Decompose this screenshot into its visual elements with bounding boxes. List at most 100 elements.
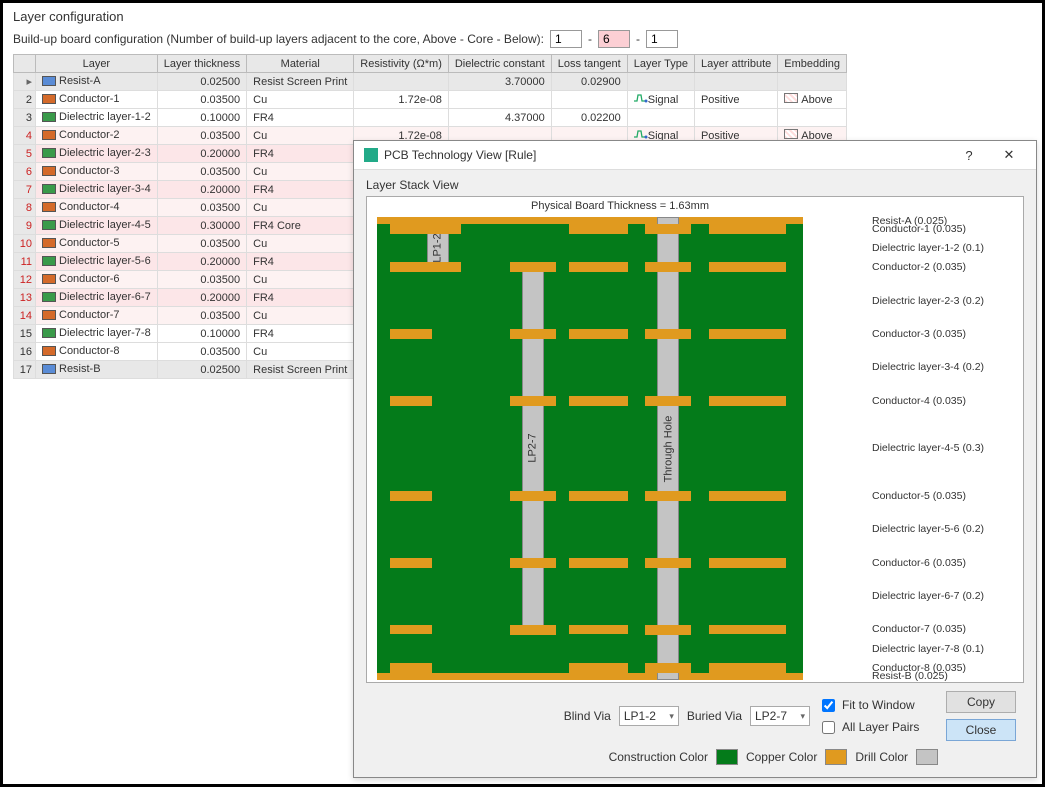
layer-name: Conductor-5	[59, 237, 120, 249]
conductor-layer-icon	[42, 310, 56, 320]
layer-material: FR4 Core	[247, 217, 354, 235]
conductor-layer-icon	[42, 238, 56, 248]
layer-name: Dielectric layer-2-3	[59, 147, 151, 159]
row-index: 15	[14, 325, 36, 343]
construction-color-label: Construction Color	[609, 750, 708, 764]
buried-via-select[interactable]: LP2-7▾	[750, 706, 810, 726]
embed-icon	[784, 129, 798, 139]
loss-tangent: 0.02900	[551, 73, 627, 91]
dielectric-layer-icon	[42, 184, 56, 194]
stack-layer-label: Conductor-3 (0.035)	[872, 329, 1017, 339]
loss-tangent: 0.02200	[551, 109, 627, 127]
dielectric-layer-icon	[42, 328, 56, 338]
resist-layer-icon	[42, 76, 56, 86]
layer-attr	[694, 109, 777, 127]
close-icon[interactable]: ✕	[992, 145, 1026, 165]
embedding: Above	[778, 91, 847, 109]
conductor-layer-icon	[42, 346, 56, 356]
dielectric-layer-icon	[42, 112, 56, 122]
resist-layer-icon	[42, 364, 56, 374]
drill-color-swatch[interactable]	[916, 749, 938, 765]
layer-thickness: 0.03500	[157, 127, 246, 145]
all-layer-pairs-check[interactable]: All Layer Pairs	[818, 718, 919, 737]
layer-material: Cu	[247, 91, 354, 109]
col-header[interactable]: Layer	[36, 55, 158, 73]
construction-color-swatch[interactable]	[716, 749, 738, 765]
col-header[interactable]: Layer thickness	[157, 55, 246, 73]
blind-via-select[interactable]: LP1-2▾	[619, 706, 679, 726]
row-index: 4	[14, 127, 36, 145]
layer-name: Dielectric layer-5-6	[59, 255, 151, 267]
row-index: 5	[14, 145, 36, 163]
close-button[interactable]: Close	[946, 719, 1016, 741]
row-index: 3	[14, 109, 36, 127]
dielectric-const: 3.70000	[448, 73, 551, 91]
layer-material: Resist Screen Print	[247, 361, 354, 379]
copper-color-label: Copper Color	[746, 750, 817, 764]
layer-name: Resist-B	[59, 363, 101, 375]
layer-material: FR4	[247, 253, 354, 271]
embed-icon	[784, 93, 798, 103]
col-header[interactable]: Embedding	[778, 55, 847, 73]
table-row[interactable]: 2Conductor-10.03500Cu1.72e-08SignalPosit…	[14, 91, 847, 109]
col-header[interactable]: Dielectric constant	[448, 55, 551, 73]
layer-name: Dielectric layer-6-7	[59, 291, 151, 303]
below-input[interactable]	[646, 30, 678, 48]
stack-layer-label: Conductor-4 (0.035)	[872, 396, 1017, 406]
copper-color-swatch[interactable]	[825, 749, 847, 765]
conductor-layer-icon	[42, 202, 56, 212]
resistivity	[354, 109, 449, 127]
layer-thickness: 0.20000	[157, 145, 246, 163]
layer-material: Resist Screen Print	[247, 73, 354, 91]
dialog-title: PCB Technology View [Rule]	[384, 148, 536, 162]
help-button[interactable]: ?	[952, 145, 986, 165]
table-row[interactable]: 3Dielectric layer-1-20.10000FR44.370000.…	[14, 109, 847, 127]
via-through: Through Hole	[657, 217, 679, 680]
layer-name: Conductor-7	[59, 309, 120, 321]
layer-material: FR4	[247, 145, 354, 163]
stack-layer-label: Conductor-6 (0.035)	[872, 558, 1017, 568]
layer-material: Cu	[247, 343, 354, 361]
above-input[interactable]	[550, 30, 582, 48]
stack-layer-label: Dielectric layer-7-8 (0.1)	[872, 634, 1017, 662]
conductor-layer-icon	[42, 166, 56, 176]
layer-type: Signal	[627, 91, 694, 109]
buildup-config-row: Build-up board configuration (Number of …	[13, 30, 1032, 48]
core-input[interactable]	[598, 30, 630, 48]
row-index: 17	[14, 361, 36, 379]
row-index: 13	[14, 289, 36, 307]
layer-name: Dielectric layer-1-2	[59, 111, 151, 123]
col-header[interactable]: Layer attribute	[694, 55, 777, 73]
layer-thickness: 0.20000	[157, 181, 246, 199]
layer-name: Resist-A	[59, 75, 101, 87]
stack-layer-label: Dielectric layer-5-6 (0.2)	[872, 501, 1017, 558]
layer-material: FR4	[247, 109, 354, 127]
col-header[interactable]: Layer Type	[627, 55, 694, 73]
layer-thickness: 0.20000	[157, 289, 246, 307]
dialog-app-icon	[364, 148, 378, 162]
col-header[interactable]: Loss tangent	[551, 55, 627, 73]
copy-button[interactable]: Copy	[946, 691, 1016, 713]
col-header[interactable]: Material	[247, 55, 354, 73]
layer-type	[627, 73, 694, 91]
layer-thickness: 0.10000	[157, 325, 246, 343]
layer-name: Conductor-1	[59, 93, 120, 105]
dielectric-layer-icon	[42, 292, 56, 302]
col-header[interactable]: Resistivity (Ω*m)	[354, 55, 449, 73]
layer-thickness: 0.03500	[157, 307, 246, 325]
layer-thickness: 0.10000	[157, 109, 246, 127]
buried-via-label: Buried Via	[687, 709, 742, 723]
stack-layer-label: Conductor-2 (0.035)	[872, 262, 1017, 272]
stack-layer-label: Dielectric layer-6-7 (0.2)	[872, 568, 1017, 625]
row-index: 9	[14, 217, 36, 235]
via-lp27: LP2-7	[522, 262, 544, 634]
drill-color-label: Drill Color	[855, 750, 908, 764]
config-label: Build-up board configuration (Number of …	[13, 32, 544, 46]
table-row[interactable]: ▸Resist-A0.02500Resist Screen Print3.700…	[14, 73, 847, 91]
layer-thickness: 0.30000	[157, 217, 246, 235]
stack-layer-label: Dielectric layer-4-5 (0.3)	[872, 406, 1017, 491]
fit-to-window-check[interactable]: Fit to Window	[818, 696, 915, 715]
signal-icon	[634, 129, 648, 139]
resistivity	[354, 73, 449, 91]
layer-name: Conductor-2	[59, 129, 120, 141]
